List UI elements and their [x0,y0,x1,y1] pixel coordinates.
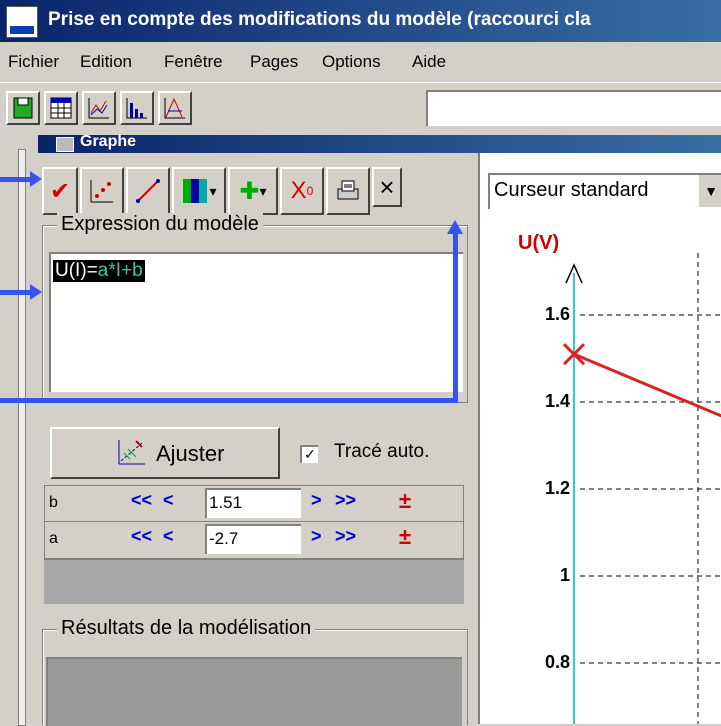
close-icon[interactable]: × [372,167,402,207]
graph-plot[interactable]: U(V) 1.6 1.4 1.2 1 0.8 [480,213,721,724]
increase-button[interactable]: > [311,490,322,518]
save-icon[interactable] [6,91,40,125]
menu-options[interactable]: Options [322,52,381,72]
trace-auto-label: Tracé auto. [334,441,430,462]
main-toolbar [0,82,721,136]
color-dropdown-icon[interactable]: ▾ [172,167,226,215]
param-b-input[interactable]: 1.51 [205,488,301,518]
decrease-fast-button[interactable]: << [131,526,152,554]
expression-group: Expression du modèle U(I)=a*I+b [42,213,468,403]
menu-fichier[interactable]: Fichier [8,52,59,72]
increase-fast-button[interactable]: >> [335,526,356,554]
param-name: a [49,530,58,547]
params-empty-area [44,559,464,604]
cursor-mode-select[interactable]: Curseur standard ▼ [488,173,721,209]
annotation-arrow-line [0,290,32,295]
menu-aide[interactable]: Aide [412,52,446,72]
table-icon[interactable] [44,91,78,125]
graph-panel: Curseur standard ▼ U(V) 1.6 1.4 1.2 1 0.8 [478,153,721,724]
results-label: Résultats de la modélisation [57,617,316,640]
y-tick-label: 1 [560,565,570,585]
decrease-fast-button[interactable]: << [131,490,152,518]
y-axis-label: U(V) [518,232,559,254]
chevron-down-icon[interactable]: ▼ [697,175,721,207]
model-panel: ✔ ▾ ✚ ▾ X0 × Expression du modèle U(I)=a*… [38,153,475,726]
window-title: Prise en compte des modifications du mod… [48,9,591,30]
annotation-arrow-line [0,177,32,182]
menu-fenetre[interactable]: Fenêtre [164,52,223,72]
model-line [573,352,721,418]
decrease-button[interactable]: < [163,490,174,518]
mdi-strip [0,135,39,726]
x0-icon[interactable]: X0 [280,167,324,215]
menu-pages[interactable]: Pages [250,52,298,72]
add-dropdown-icon[interactable]: ✚ ▾ [228,167,278,215]
y-tick-label: 1.6 [545,304,570,324]
graphe-titlebar: Graphe [38,133,721,153]
check-icon[interactable]: ✔ [42,167,78,215]
line-icon[interactable] [126,167,170,215]
adjust-button[interactable]: Ajuster [50,427,280,479]
graphe-window-icon [56,137,74,152]
annotation-arrowhead [30,171,42,187]
window-titlebar: Prise en compte des modifications du mod… [0,0,721,42]
param-name: b [49,494,58,511]
param-row-a: a << < -2.7 > >> ± [44,521,464,559]
menu-edition[interactable]: Edition [80,52,132,72]
cursor-mode-value: Curseur standard [494,179,649,201]
plus-minus-button[interactable]: ± [399,524,411,550]
increase-button[interactable]: > [311,526,322,554]
graphe-title: Graphe [80,133,137,150]
expression-label: Expression du modèle [57,213,263,236]
app-icon [6,6,38,38]
y-tick-label: 1.4 [545,391,570,411]
y-tick-label: 1.2 [545,478,570,498]
adjust-icon [118,440,145,465]
histogram-icon[interactable] [120,91,154,125]
toolbar-field[interactable] [426,90,721,126]
annotation-arrowhead [30,284,42,300]
trace-auto-checkbox[interactable]: ✓ [300,445,318,463]
results-area [46,657,462,726]
plus-minus-button[interactable]: ± [399,488,411,514]
expression-editor[interactable]: U(I)=a*I+b [49,252,463,392]
print-icon[interactable] [326,167,370,215]
menu-bar: Fichier Edition Fenêtre Pages Options Ai… [0,42,721,82]
increase-fast-button[interactable]: >> [335,490,356,518]
annotation-arrow-line [453,234,458,403]
decrease-button[interactable]: < [163,526,174,554]
graph-icon[interactable] [82,91,116,125]
param-row-b: b << < 1.51 > >> ± [44,485,464,523]
param-a-input[interactable]: -2.7 [205,524,301,554]
annotation-arrowhead [447,220,463,234]
expression-text: U(I)=a*I+b [53,260,145,282]
annotation-arrow-line [0,398,458,403]
graphe-window: Graphe ✔ ▾ ✚ ▾ X0 × Expression du modèle … [0,133,721,726]
points-icon[interactable] [80,167,124,215]
fft-icon[interactable] [158,91,192,125]
y-tick-label: 0.8 [545,652,570,672]
